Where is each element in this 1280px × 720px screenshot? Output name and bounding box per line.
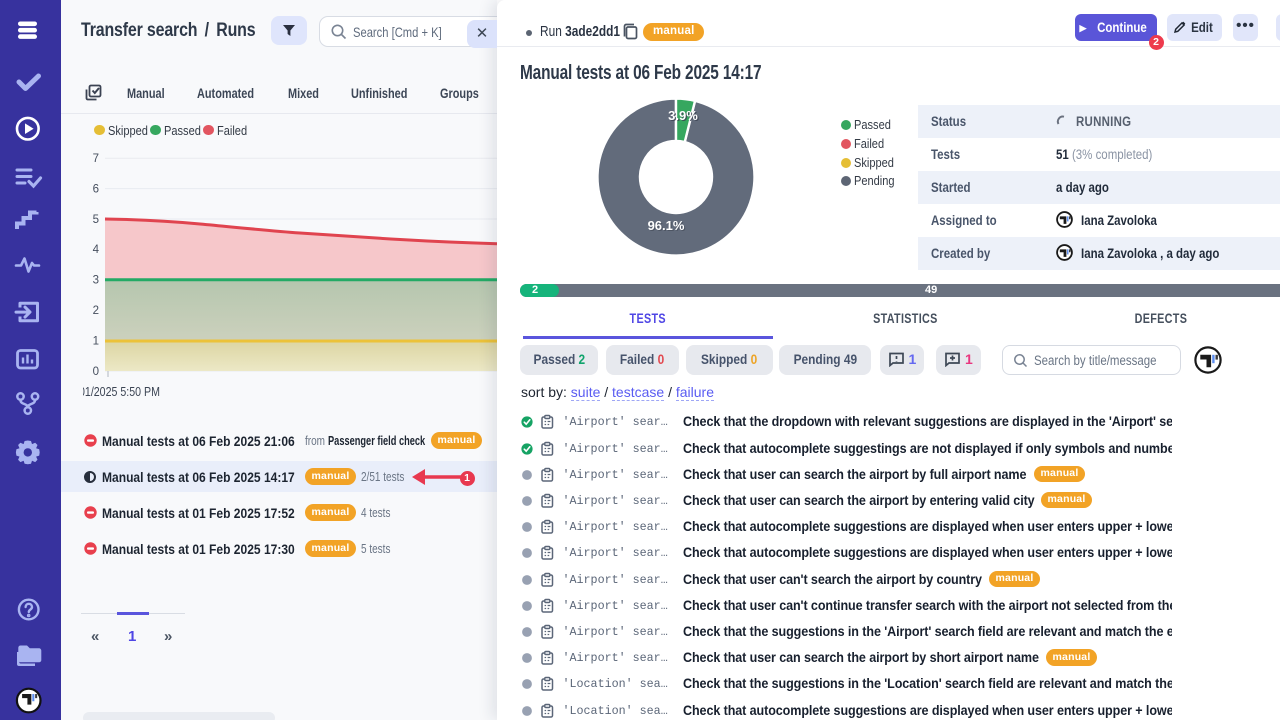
svg-text:0: 0: [93, 366, 99, 378]
svg-text:4: 4: [93, 244, 100, 256]
svg-text:5: 5: [93, 214, 99, 226]
svg-text:6: 6: [93, 183, 99, 195]
svg-text:7: 7: [93, 153, 99, 165]
svg-text:1: 1: [93, 335, 99, 347]
svg-text:3: 3: [93, 275, 99, 287]
svg-text:96.1%: 96.1%: [648, 218, 685, 233]
svg-text:3.9%: 3.9%: [668, 108, 698, 123]
svg-text:2: 2: [93, 305, 99, 317]
